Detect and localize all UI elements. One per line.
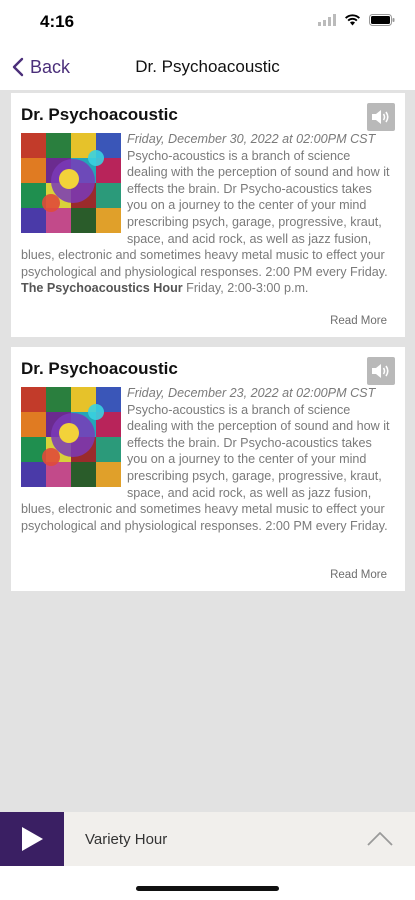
post-body: Friday, December 23, 2022 at 02:00PM CST… [21,385,391,534]
post-title: Dr. Psychoacoustic [21,105,178,124]
speaker-icon [372,110,389,124]
play-icon [22,827,43,851]
audio-button[interactable] [367,103,395,131]
status-time: 4:16 [40,12,75,31]
chevron-up-icon [367,832,393,846]
post-card[interactable]: Dr. Psychoacoustic [11,93,405,337]
show-schedule: Friday, 2:00-3:00 p.m. [182,281,309,296]
expand-player-button[interactable] [365,827,395,851]
post-date: Friday, December 30, 2022 at 02:00PM CST [127,132,376,146]
read-more-link[interactable]: Read More [330,569,387,581]
battery-icon [369,14,395,26]
navigation-bar: Back Dr. Psychoacoustic [0,44,415,90]
post-date: Friday, December 23, 2022 at 02:00PM CST [127,386,376,400]
wifi-icon [345,14,360,26]
status-icons [318,14,395,26]
post-title: Dr. Psychoacoustic [21,359,178,378]
home-area [0,866,415,900]
post-body: Friday, December 30, 2022 at 02:00PM CST… [21,131,391,297]
read-more-link[interactable]: Read More [330,315,387,327]
signal-icon [318,14,336,26]
album-art-image [21,133,121,233]
audio-button[interactable] [367,357,395,385]
post-card[interactable]: Dr. Psychoacoustic [11,347,405,591]
now-playing-title: Variety Hour [85,831,168,848]
home-indicator[interactable] [136,886,279,891]
mini-player: Variety Hour [0,812,415,866]
play-button[interactable] [0,812,64,866]
album-art-image [21,387,121,487]
show-name: The Psychoacoustics Hour [21,281,183,296]
speaker-icon [372,364,389,378]
page-title: Dr. Psychoacoustic [135,57,280,76]
status-bar: 4:16 [0,0,415,44]
